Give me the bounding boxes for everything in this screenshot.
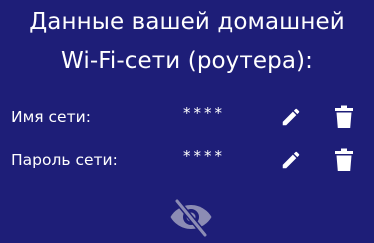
page-title-line-2: Wi-Fi-сети (роутера):: [61, 48, 313, 74]
pencil-icon: [280, 106, 302, 128]
network-password-label: Пароль сети:: [11, 151, 118, 169]
network-name-masked-value: ****: [183, 104, 225, 122]
network-name-label: Имя сети:: [11, 108, 91, 126]
network-password-masked-value: ****: [183, 147, 225, 165]
toggle-visibility-button[interactable]: [168, 197, 214, 241]
delete-network-password-button[interactable]: [331, 147, 357, 173]
network-name-row: Имя сети: ****: [0, 98, 374, 134]
eye-off-icon: [169, 197, 213, 241]
trash-icon: [333, 105, 355, 129]
trash-icon: [333, 148, 355, 172]
pencil-icon: [280, 149, 302, 171]
page-title-line-1: Данные вашей домашней: [29, 9, 345, 35]
delete-network-name-button[interactable]: [331, 104, 357, 130]
edit-network-password-button[interactable]: [278, 147, 304, 173]
edit-network-name-button[interactable]: [278, 104, 304, 130]
network-password-row: Пароль сети: ****: [0, 141, 374, 177]
